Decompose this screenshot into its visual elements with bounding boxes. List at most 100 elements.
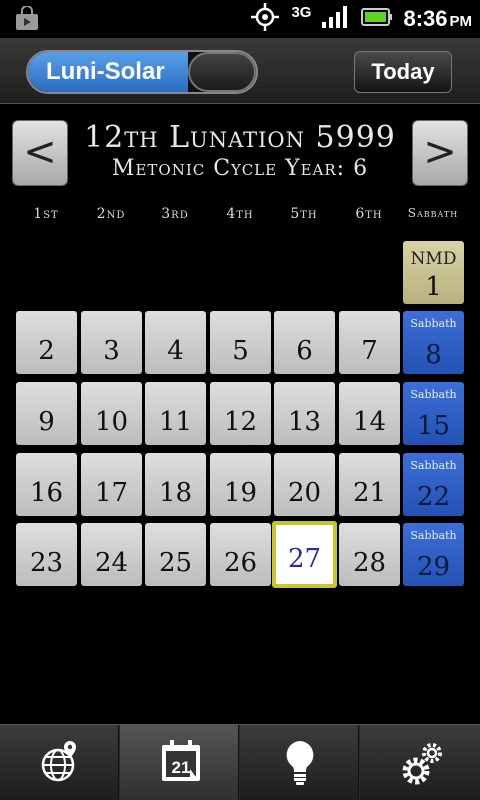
day-number: 7 [361, 336, 378, 366]
day-number: 19 [223, 478, 258, 508]
day-cell-sabbath[interactable]: Sabbath 15 [403, 382, 464, 445]
gears-icon [402, 743, 442, 785]
tab-calendar[interactable]: 21 [120, 725, 239, 800]
day-cell[interactable]: 7 [339, 311, 400, 374]
weekday-label: 2nd [96, 206, 126, 222]
day-cell[interactable]: 17 [81, 453, 142, 516]
previous-month-button[interactable]: < [12, 120, 68, 186]
day-number: 1 [425, 272, 442, 302]
day-number: 22 [416, 482, 451, 512]
day-cell-today[interactable]: 27 [272, 521, 337, 588]
clock: 8:36 PM [403, 6, 472, 32]
gps-icon [249, 1, 281, 38]
today-button[interactable]: Today [354, 51, 452, 93]
day-cell[interactable]: 10 [81, 382, 142, 445]
calendar-icon: 21 [162, 740, 200, 781]
day-number: 26 [223, 548, 258, 578]
day-number: 4 [167, 336, 184, 366]
day-cell[interactable]: 19 [210, 453, 271, 516]
day-cell[interactable]: 6 [274, 311, 335, 374]
day-cell[interactable]: 14 [339, 382, 400, 445]
notification-bag-icon [14, 5, 40, 32]
day-cell[interactable]: 23 [16, 523, 77, 586]
clock-ampm: PM [449, 13, 473, 30]
calendar-icon-text: 21 [172, 758, 191, 777]
day-cell[interactable]: 5 [210, 311, 271, 374]
day-number: 29 [416, 552, 451, 582]
page-subtitle: Metonic Cycle Year: 6 [111, 156, 369, 181]
day-cell[interactable]: 20 [274, 453, 335, 516]
bottom-tab-bar: 21 [0, 724, 480, 800]
day-cell[interactable]: 3 [81, 311, 142, 374]
sabbath-label: Sabbath [410, 459, 457, 472]
day-cell[interactable]: 2 [16, 311, 77, 374]
day-number: 10 [94, 407, 129, 437]
day-number: 9 [38, 407, 55, 437]
day-number: 27 [287, 544, 322, 574]
status-bar: 3G 8:36 PM [0, 0, 480, 38]
weekday-label: 3rd [161, 206, 189, 222]
day-number: 28 [352, 548, 387, 578]
day-cell[interactable]: 16 [16, 453, 77, 516]
day-number: 18 [158, 478, 193, 508]
day-cell[interactable]: 4 [145, 311, 206, 374]
day-cell-sabbath[interactable]: Sabbath 29 [403, 523, 464, 586]
day-cell[interactable]: 25 [145, 523, 206, 586]
day-number: 16 [29, 478, 64, 508]
day-number: 20 [287, 478, 322, 508]
day-number: 2 [38, 336, 55, 366]
sabbath-label: Sabbath [410, 317, 457, 330]
day-cell[interactable]: 24 [81, 523, 142, 586]
top-toolbar: Luni-Solar Today [0, 38, 480, 104]
weekday-label-sabbath: Sabbath [407, 206, 459, 220]
tab-settings[interactable] [360, 725, 480, 800]
day-number: 11 [158, 407, 193, 437]
globe-icon [41, 741, 76, 782]
weekday-label: 6th [355, 206, 383, 222]
clock-time: 8:36 [403, 6, 448, 31]
day-cell[interactable]: 26 [210, 523, 271, 586]
next-month-button[interactable]: > [412, 120, 468, 186]
day-cell[interactable]: 11 [145, 382, 206, 445]
day-number: 8 [425, 340, 442, 370]
day-cell-sabbath[interactable]: Sabbath 8 [403, 311, 464, 374]
sabbath-label: Sabbath [410, 388, 457, 401]
day-number: 3 [103, 336, 120, 366]
day-cell[interactable]: 13 [274, 382, 335, 445]
battery-icon [361, 6, 393, 33]
day-number: 12 [223, 407, 258, 437]
day-cell[interactable]: 18 [145, 453, 206, 516]
day-number: 21 [352, 478, 387, 508]
signal-icon [321, 4, 351, 35]
weekday-label: 5th [290, 206, 318, 222]
day-cell-sabbath[interactable]: Sabbath 22 [403, 453, 464, 516]
day-number: 14 [352, 407, 387, 437]
sabbath-label: Sabbath [410, 529, 457, 542]
day-number: 5 [232, 336, 249, 366]
day-cell[interactable]: 9 [16, 382, 77, 445]
weekday-header-row: 1st 2nd 3rd 4th 5th 6th Sabbath [0, 206, 480, 228]
day-number: 23 [29, 548, 64, 578]
day-cell[interactable]: 12 [210, 382, 271, 445]
day-number: 15 [416, 411, 451, 441]
month-title-block: 12th Lunation 5999 Metonic Cycle Year: 6 [70, 120, 410, 182]
day-cell[interactable]: 28 [339, 523, 400, 586]
lightbulb-icon [286, 741, 314, 785]
toggle-knob[interactable] [188, 52, 256, 92]
day-cell-nmd[interactable]: NMD 1 [403, 241, 464, 304]
day-number: 6 [296, 336, 313, 366]
network-type-label: 3G [291, 3, 312, 21]
day-number: 13 [287, 407, 322, 437]
nmd-label: NMD [410, 249, 457, 269]
tab-globe[interactable] [0, 725, 119, 800]
weekday-label: 1st [33, 206, 59, 222]
day-number: 17 [94, 478, 129, 508]
day-cell[interactable]: 21 [339, 453, 400, 516]
page-title: 12th Lunation 5999 [84, 120, 396, 155]
toggle-label: Luni-Solar [28, 52, 188, 92]
tab-tips[interactable] [240, 725, 359, 800]
day-number: 25 [158, 548, 193, 578]
weekday-label: 4th [226, 206, 254, 222]
calendar-mode-toggle[interactable]: Luni-Solar [26, 50, 258, 94]
day-number: 24 [94, 548, 129, 578]
